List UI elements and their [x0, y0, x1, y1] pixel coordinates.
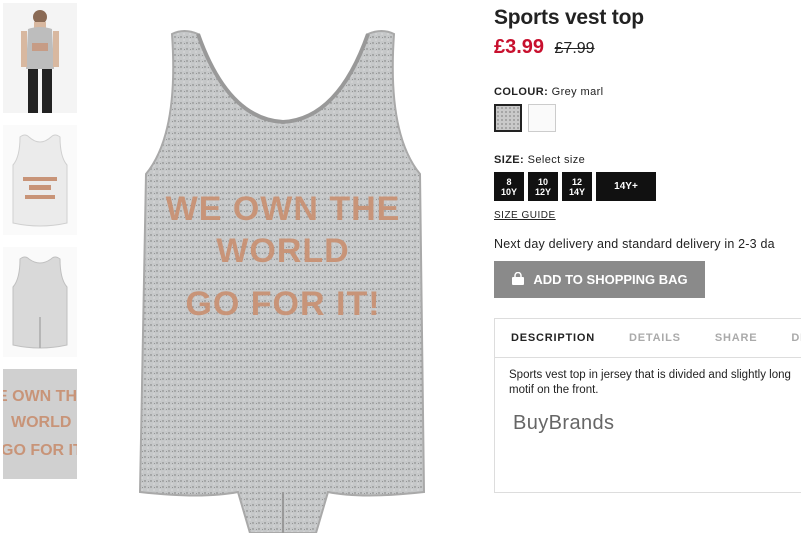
size-line: 14Y+ [614, 180, 638, 192]
colour-label: COLOUR: [494, 86, 549, 98]
print-line-1: WE OWN THE [166, 190, 401, 228]
svg-text:GO FOR IT: GO FOR IT [3, 442, 77, 459]
sale-price: £3.99 [494, 36, 545, 58]
size-line: 12Y [534, 186, 551, 197]
size-option-14y-plus[interactable]: 14Y+ [596, 172, 656, 201]
size-label-row: SIZE: Select size [494, 154, 801, 166]
size-line: 10Y [500, 186, 517, 197]
size-label: SIZE: [494, 154, 525, 166]
tab-description[interactable]: DESCRIPTION [511, 332, 595, 344]
size-line: 10 [537, 176, 548, 187]
tab-details[interactable]: DETAILS [629, 332, 681, 344]
thumbnail-model[interactable] [3, 3, 77, 113]
thumbnail-print-closeup[interactable]: E OWN TH WORLD GO FOR IT [3, 369, 77, 479]
tab-delivery[interactable]: DE [791, 332, 801, 344]
print-line-3: GO FOR IT! [185, 285, 380, 323]
thumbnail-back[interactable] [3, 247, 77, 357]
original-price: £7.99 [554, 40, 595, 57]
print-line-2: WORLD [216, 232, 349, 270]
size-option-12-14y[interactable]: 12 14Y [562, 172, 592, 201]
product-info: Sports vest top £3.99 £7.99 COLOUR: Grey… [494, 0, 801, 493]
size-guide-link[interactable]: SIZE GUIDE [494, 210, 556, 221]
size-value: Select size [527, 154, 586, 166]
grey-marl-swatch[interactable] [494, 104, 522, 132]
add-to-bag-label: ADD TO SHOPPING BAG [533, 272, 688, 287]
delivery-info: Next day delivery and standard delivery … [494, 237, 775, 251]
tab-share[interactable]: SHARE [715, 332, 758, 344]
description-line: Sports vest top in jersey that is divide… [509, 369, 791, 381]
watermark: BuyBrands [513, 412, 615, 434]
product-tabs: DESCRIPTION DETAILS SHARE DE [495, 319, 801, 358]
product-title: Sports vest top [494, 6, 644, 29]
size-options: 8 10Y 10 12Y 12 14Y 14Y+ [494, 172, 801, 201]
description-line: motif on the front. [509, 384, 599, 396]
white-swatch[interactable] [528, 104, 556, 132]
thumbnail-gallery: E OWN TH WORLD GO FOR IT [3, 3, 77, 491]
thumbnail-front[interactable] [3, 125, 77, 235]
size-line: 14Y [568, 186, 585, 197]
product-tabs-panel: DESCRIPTION DETAILS SHARE DE Sports vest… [494, 318, 801, 493]
svg-text:WORLD: WORLD [11, 414, 71, 431]
size-line: 12 [571, 176, 582, 187]
size-option-8-10y[interactable]: 8 10Y [494, 172, 524, 201]
svg-text:E OWN TH: E OWN TH [3, 388, 77, 405]
colour-swatches [494, 104, 801, 132]
price-row: £3.99 £7.99 [494, 36, 801, 60]
colour-value: Grey marl [551, 86, 604, 98]
size-option-10-12y[interactable]: 10 12Y [528, 172, 558, 201]
shopping-bag-icon [511, 271, 525, 288]
size-line: 8 [506, 176, 512, 187]
colour-label-row: COLOUR: Grey marl [494, 86, 801, 98]
description-text: Sports vest top in jersey that is divide… [495, 358, 801, 398]
add-to-bag-button[interactable]: ADD TO SHOPPING BAG [494, 261, 705, 298]
main-product-image[interactable]: WE OWN THE WORLD GO FOR IT! [102, 24, 464, 534]
